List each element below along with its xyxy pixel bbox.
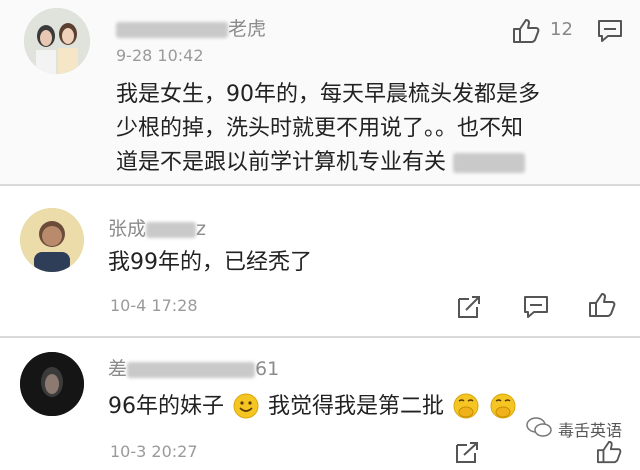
timestamp: 10-4 17:28 <box>110 296 198 315</box>
thumbs-up-icon[interactable] <box>588 292 616 322</box>
comment-line: 我是女生，90年的，每天早晨梳头发都是多 <box>116 82 540 107</box>
smile-emoji-icon <box>233 393 259 430</box>
thumbs-up-icon[interactable] <box>512 18 540 48</box>
author-name[interactable]: 差 61 <box>108 354 279 381</box>
avatar[interactable] <box>24 8 90 74</box>
share-icon[interactable] <box>454 440 480 468</box>
avatar[interactable] <box>20 352 84 416</box>
wechat-logo-icon <box>526 416 552 442</box>
comment-line: 道是不是跟以前学计算机专业有关 <box>116 146 540 180</box>
avatar[interactable] <box>20 208 84 272</box>
facepalm-emoji-icon <box>490 393 516 430</box>
author-name[interactable]: 张成 z <box>108 214 206 241</box>
comment-text: 我是女生，90年的，每天早晨梳头发都是多 少根的掉，洗头时就更不用说了。。也不知… <box>116 78 540 180</box>
like-count: 12 <box>550 19 573 40</box>
watermark: 毒舌英语 <box>526 416 622 442</box>
share-icon[interactable] <box>456 294 482 324</box>
comment-bubble-icon[interactable] <box>596 18 624 48</box>
comment-line: 少根的掉，洗头时就更不用说了。。也不知 <box>116 116 524 141</box>
author-name[interactable]: 老虎 <box>116 14 266 41</box>
comment-text: 我99年的，已经秃了 <box>108 250 312 275</box>
timestamp: 9-28 10:42 <box>116 46 204 65</box>
facepalm-emoji-icon <box>453 393 479 430</box>
thumbs-up-icon[interactable] <box>596 440 622 468</box>
comment-bubble-icon[interactable] <box>522 294 550 324</box>
timestamp: 10-3 20:27 <box>110 442 198 461</box>
comment-text: 96年的妹子 我觉得我是第二批 <box>108 390 518 430</box>
